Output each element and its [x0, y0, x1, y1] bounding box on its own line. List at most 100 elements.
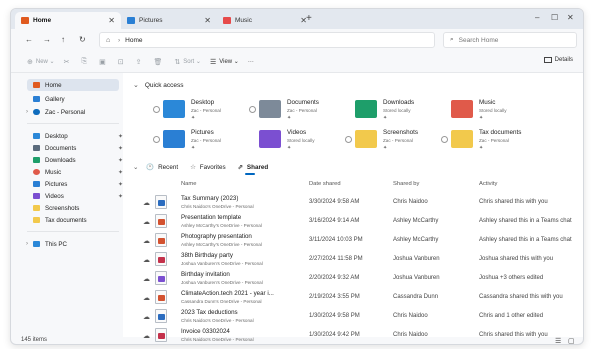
close-tab-icon[interactable]: ✕ [204, 16, 211, 25]
minimize-button[interactable]: – [535, 13, 539, 22]
expand-chevron-icon[interactable]: › [26, 109, 28, 115]
sidebar-item-screenshots[interactable]: Screenshots [33, 202, 129, 214]
quick-access-documents[interactable]: Documents Zac - Personal ✦ [249, 97, 345, 127]
copy-button[interactable]: ⎘ [81, 58, 90, 66]
sidebar-item-music[interactable]: Music ✦ [33, 166, 129, 178]
maximize-button[interactable]: ☐ [551, 13, 558, 22]
view-label: View [219, 58, 233, 65]
new-tab-button[interactable]: + [306, 13, 312, 24]
new-label: New [35, 58, 48, 65]
sidebar-item-this-pc[interactable]: › This PC [26, 238, 129, 250]
back-button[interactable]: ← [25, 35, 33, 44]
forward-button[interactable]: → [43, 35, 51, 44]
quick-access-desktop[interactable]: Desktop Zac - Personal ✦ [153, 97, 249, 127]
music-icon [33, 169, 40, 175]
sidebar-item-label: Desktop [45, 132, 68, 140]
cut-icon: ✂ [63, 58, 70, 66]
file-row[interactable]: ☁ Birthday invitation Joshua Vanburen's … [123, 269, 583, 288]
title-bar: Home ✕ Pictures ✕ Music ✕ + – ☐ ✕ [11, 9, 583, 29]
file-row[interactable]: ☁ ClimateAction.tech 2021 - year i... Ca… [123, 288, 583, 307]
downloads-icon [33, 157, 40, 163]
file-filter-tabs: ⌄ 🕐 Recent ☆ Favorites ⇗ Shared [133, 161, 280, 175]
tab-favorites[interactable]: ☆ Favorites [190, 164, 226, 171]
delete-button[interactable]: 🗑 [153, 58, 165, 66]
sidebar-item-desktop[interactable]: Desktop ✦ [33, 130, 129, 142]
select-checkbox[interactable] [153, 106, 160, 113]
sidebar-item-onedrive[interactable]: › Zac - Personal [26, 106, 129, 118]
tiles-view-icon[interactable]: ▢ [568, 337, 575, 344]
column-header-name[interactable]: Name [181, 181, 196, 187]
activity: Chris and 1 other edited [479, 313, 544, 319]
divider [27, 123, 119, 124]
quick-access-screenshots[interactable]: Screenshots Zac - Personal ✦ [345, 127, 441, 157]
search-input[interactable]: ⌕ Search Home [443, 32, 577, 48]
more-options-button[interactable]: ··· [248, 59, 254, 65]
quick-access-pictures[interactable]: Pictures Zac - Personal ✦ [153, 127, 249, 157]
file-name: Birthday invitation [181, 271, 230, 278]
tab-home[interactable]: Home ✕ [15, 12, 121, 29]
file-row[interactable]: ☁ Tax Summary (2023) Chris Naidoo's OneD… [123, 193, 583, 212]
column-header-shared-by[interactable]: Shared by [393, 181, 419, 187]
sidebar-item-pictures[interactable]: Pictures ✦ [33, 178, 129, 190]
rename-button[interactable]: ⊡ [118, 58, 127, 66]
file-location: Joshua Vanburen's OneDrive - Personal [181, 280, 263, 285]
select-checkbox[interactable] [153, 136, 160, 143]
breadcrumb-home[interactable]: Home [125, 37, 142, 44]
file-row[interactable]: ☁ Presentation template Ashley McCarthy'… [123, 212, 583, 231]
tab-music[interactable]: Music ✕ [217, 12, 313, 29]
share-button[interactable]: ⇪ [136, 58, 145, 66]
shared-by: Cassandra Dunn [393, 294, 439, 300]
view-button[interactable]: ☰ View ⌄ [210, 58, 239, 66]
quick-access-music[interactable]: Music Stored locally ✦ [441, 97, 537, 127]
file-row[interactable]: ☁ 2023 Tax deductions Chris Naidoo's One… [123, 307, 583, 326]
close-window-button[interactable]: ✕ [567, 13, 574, 22]
sidebar-item-documents[interactable]: Documents ✦ [33, 142, 129, 154]
sidebar-item-tax-documents[interactable]: Tax documents [33, 214, 129, 226]
select-checkbox[interactable] [249, 106, 256, 113]
copy-icon: ⎘ [81, 57, 88, 65]
shared-by: Chris Naidoo [393, 199, 428, 205]
shared-by: Joshua Vanburen [393, 256, 440, 262]
collapse-chevron-icon: ⌄ [133, 82, 139, 89]
file-location: Chris Naidoo's OneDrive - Personal [181, 318, 254, 323]
folder-location: Stored locally [383, 108, 411, 113]
sidebar-item-gallery[interactable]: Gallery [33, 93, 129, 105]
new-button[interactable]: ⊕ New ⌄ [27, 58, 55, 66]
quick-access-tax-documents[interactable]: Tax documents Zac - Personal ✦ [441, 127, 537, 157]
sidebar-item-downloads[interactable]: Downloads ✦ [33, 154, 129, 166]
sort-button[interactable]: ⇅ Sort ⌄ [174, 58, 201, 66]
details-button[interactable]: Details [543, 57, 573, 63]
quick-access-downloads[interactable]: Downloads Stored locally ✦ [345, 97, 441, 127]
word-file-icon [155, 309, 167, 323]
file-name: Presentation template [181, 214, 242, 221]
tab-pictures[interactable]: Pictures ✕ [121, 12, 217, 29]
sidebar-item-label: Home [45, 81, 62, 89]
home-icon: ⌂ [106, 36, 111, 44]
cut-button[interactable]: ✂ [64, 58, 73, 66]
address-row: ← → ↑ ↻ ⌂ › Home ⌕ Search Home [11, 29, 583, 51]
quick-access-videos[interactable]: Videos Stored locally ✦ [249, 127, 345, 157]
refresh-button[interactable]: ↻ [79, 35, 86, 44]
sidebar-item-videos[interactable]: Videos ✦ [33, 190, 129, 202]
tab-shared[interactable]: ⇗ Shared [238, 164, 269, 171]
folder-location: Zac - Personal [383, 138, 413, 143]
pictures-tab-icon [127, 17, 135, 24]
file-row[interactable]: ☁ 38th Birthday party Joshua Vanburen's … [123, 250, 583, 269]
paste-button[interactable]: ▣ [99, 58, 109, 66]
select-checkbox[interactable] [345, 136, 352, 143]
column-header-date[interactable]: Date shared [309, 181, 341, 187]
close-tab-icon[interactable]: ✕ [108, 16, 115, 25]
select-checkbox[interactable] [441, 136, 448, 143]
cloud-icon: ☁ [143, 276, 150, 283]
column-header-activity[interactable]: Activity [479, 181, 497, 187]
up-button[interactable]: ↑ [61, 35, 65, 44]
quick-access-header[interactable]: ⌄ Quick access [133, 81, 184, 90]
details-view-icon[interactable]: ☰ [555, 337, 561, 344]
shared-by: Ashley McCarthy [393, 237, 439, 243]
expand-chevron-icon[interactable]: › [26, 241, 28, 247]
address-bar[interactable]: ⌂ › Home [99, 32, 435, 48]
file-row[interactable]: ☁ Photography presentation Ashley McCart… [123, 231, 583, 250]
collapse-chevron-icon[interactable]: ⌄ [133, 164, 138, 171]
sidebar-item-home[interactable]: Home [27, 79, 119, 91]
tab-recent[interactable]: 🕐 Recent [146, 163, 178, 172]
